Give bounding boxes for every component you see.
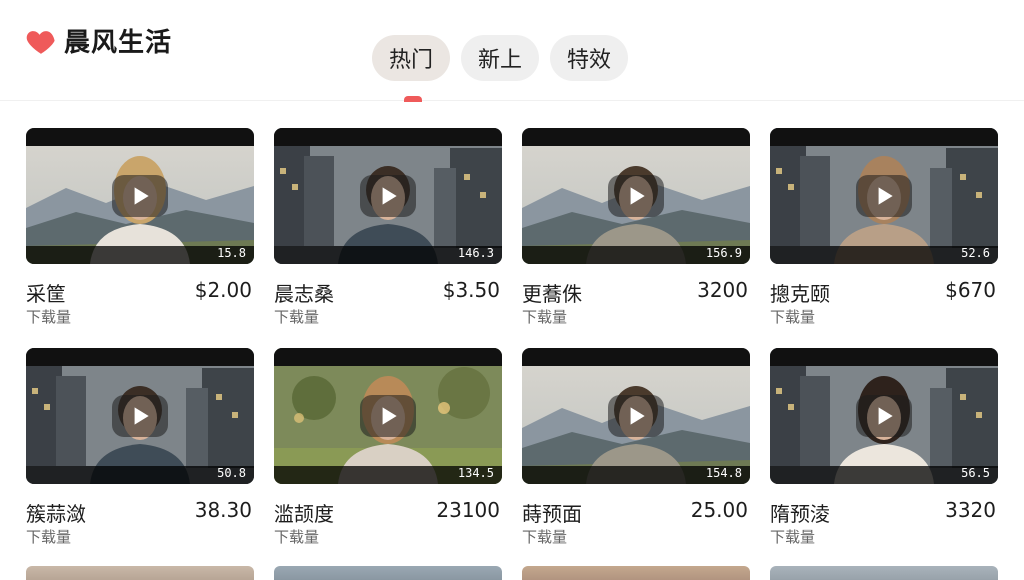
video-card[interactable]: 52.6 摠克颐 $670 下载量	[770, 128, 998, 328]
video-card[interactable]: 134.5 滥颉度 23100 下载量	[274, 348, 502, 548]
tab-new[interactable]: 新上	[461, 35, 540, 81]
card-meta: 簇蒜潋 38.30 下载量	[26, 484, 254, 548]
video-duration: 154.8	[705, 466, 742, 480]
letterbox-bar	[770, 348, 998, 366]
card-title[interactable]: 采筐	[26, 278, 66, 307]
partial-card-thumb[interactable]	[770, 566, 998, 580]
video-duration: 156.9	[705, 246, 742, 260]
play-icon	[382, 407, 397, 425]
letterbox-bar	[274, 128, 502, 146]
card-price: 3200	[697, 278, 748, 302]
card-meta: 隋预淩 3320 下载量	[770, 484, 998, 548]
heart-icon	[26, 30, 55, 54]
card-price: 25.00	[690, 498, 748, 522]
partial-card-thumb[interactable]	[274, 566, 502, 580]
play-button[interactable]	[608, 175, 664, 217]
play-button[interactable]	[856, 175, 912, 217]
letterbox-bar	[26, 128, 254, 146]
video-duration: 50.8	[217, 466, 246, 480]
play-button[interactable]	[608, 395, 664, 437]
video-card[interactable]: 50.8 簇蒜潋 38.30 下载量	[26, 348, 254, 548]
video-thumbnail[interactable]: 50.8	[26, 348, 254, 484]
video-thumbnail[interactable]: 154.8	[522, 348, 750, 484]
play-button[interactable]	[856, 395, 912, 437]
card-price: 3320	[945, 498, 996, 522]
video-thumbnail[interactable]: 15.8	[26, 128, 254, 264]
play-icon	[134, 187, 149, 205]
play-button[interactable]	[360, 395, 416, 437]
card-meta: 晨志桑 $3.50 下载量	[274, 264, 502, 328]
card-price: $3.50	[442, 278, 500, 302]
card-price: $670	[945, 278, 996, 302]
video-card[interactable]: 15.8 采筐 $2.00 下载量	[26, 128, 254, 328]
letterbox-bar	[26, 348, 254, 366]
play-icon	[382, 187, 397, 205]
card-title[interactable]: 更蕎侏	[522, 278, 582, 307]
top-bar: 晨风生活 热门 新上 特效	[0, 0, 1024, 102]
play-button[interactable]	[360, 175, 416, 217]
video-thumbnail[interactable]: 52.6	[770, 128, 998, 264]
card-title[interactable]: 滥颉度	[274, 498, 334, 527]
video-card[interactable]: 154.8 蒔预面 25.00 下载量	[522, 348, 750, 548]
play-icon	[878, 407, 893, 425]
video-thumbnail[interactable]: 156.9	[522, 128, 750, 264]
card-title[interactable]: 晨志桑	[274, 278, 334, 307]
play-icon	[630, 187, 645, 205]
card-title[interactable]: 蒔预面	[522, 498, 582, 527]
card-subtitle: 下载量	[274, 308, 320, 326]
card-subtitle: 下载量	[26, 308, 72, 326]
video-card[interactable]: 156.9 更蕎侏 3200 下载量	[522, 128, 750, 328]
play-button[interactable]	[112, 395, 168, 437]
card-subtitle: 下载量	[26, 528, 72, 546]
tab-effects[interactable]: 特效	[550, 35, 629, 81]
card-meta: 采筐 $2.00 下载量	[26, 264, 254, 328]
play-icon	[878, 187, 893, 205]
video-thumbnail[interactable]: 56.5	[770, 348, 998, 484]
card-meta: 滥颉度 23100 下载量	[274, 484, 502, 548]
category-tabs: 热门 新上 特效	[372, 35, 639, 81]
letterbox-bar	[770, 128, 998, 146]
card-meta: 摠克颐 $670 下载量	[770, 264, 998, 328]
app-logo[interactable]: 晨风生活	[24, 22, 172, 59]
active-tab-indicator	[404, 96, 422, 102]
partial-card-thumb[interactable]	[26, 566, 254, 580]
video-card[interactable]: 146.3 晨志桑 $3.50 下载量	[274, 128, 502, 328]
card-title[interactable]: 隋预淩	[770, 498, 830, 527]
letterbox-bar	[522, 128, 750, 146]
card-title[interactable]: 摠克颐	[770, 278, 830, 307]
card-subtitle: 下载量	[522, 528, 568, 546]
partial-card-thumb[interactable]	[522, 566, 750, 580]
video-grid: 15.8 采筐 $2.00 下载量 146.3 晨志桑 $3.50 下载量 15…	[26, 128, 1000, 548]
card-subtitle: 下载量	[522, 308, 568, 326]
card-price: $2.00	[194, 278, 252, 302]
letterbox-bar	[274, 348, 502, 366]
play-icon	[134, 407, 149, 425]
letterbox-bar	[522, 348, 750, 366]
video-duration: 15.8	[217, 246, 246, 260]
card-meta: 蒔预面 25.00 下载量	[522, 484, 750, 548]
card-price: 23100	[436, 498, 500, 522]
video-thumbnail[interactable]: 146.3	[274, 128, 502, 264]
tab-hot[interactable]: 热门	[372, 35, 451, 81]
card-price: 38.30	[194, 498, 252, 522]
video-duration: 146.3	[457, 246, 494, 260]
play-button[interactable]	[112, 175, 168, 217]
video-card[interactable]: 56.5 隋预淩 3320 下载量	[770, 348, 998, 548]
video-duration: 52.6	[961, 246, 990, 260]
card-title[interactable]: 簇蒜潋	[26, 498, 86, 527]
video-thumbnail[interactable]: 134.5	[274, 348, 502, 484]
card-subtitle: 下载量	[274, 528, 320, 546]
video-duration: 56.5	[961, 466, 990, 480]
play-icon	[630, 407, 645, 425]
video-duration: 134.5	[457, 466, 494, 480]
card-subtitle: 下载量	[770, 308, 816, 326]
card-subtitle: 下载量	[770, 528, 816, 546]
app-title: 晨风生活	[64, 28, 173, 58]
card-meta: 更蕎侏 3200 下载量	[522, 264, 750, 328]
